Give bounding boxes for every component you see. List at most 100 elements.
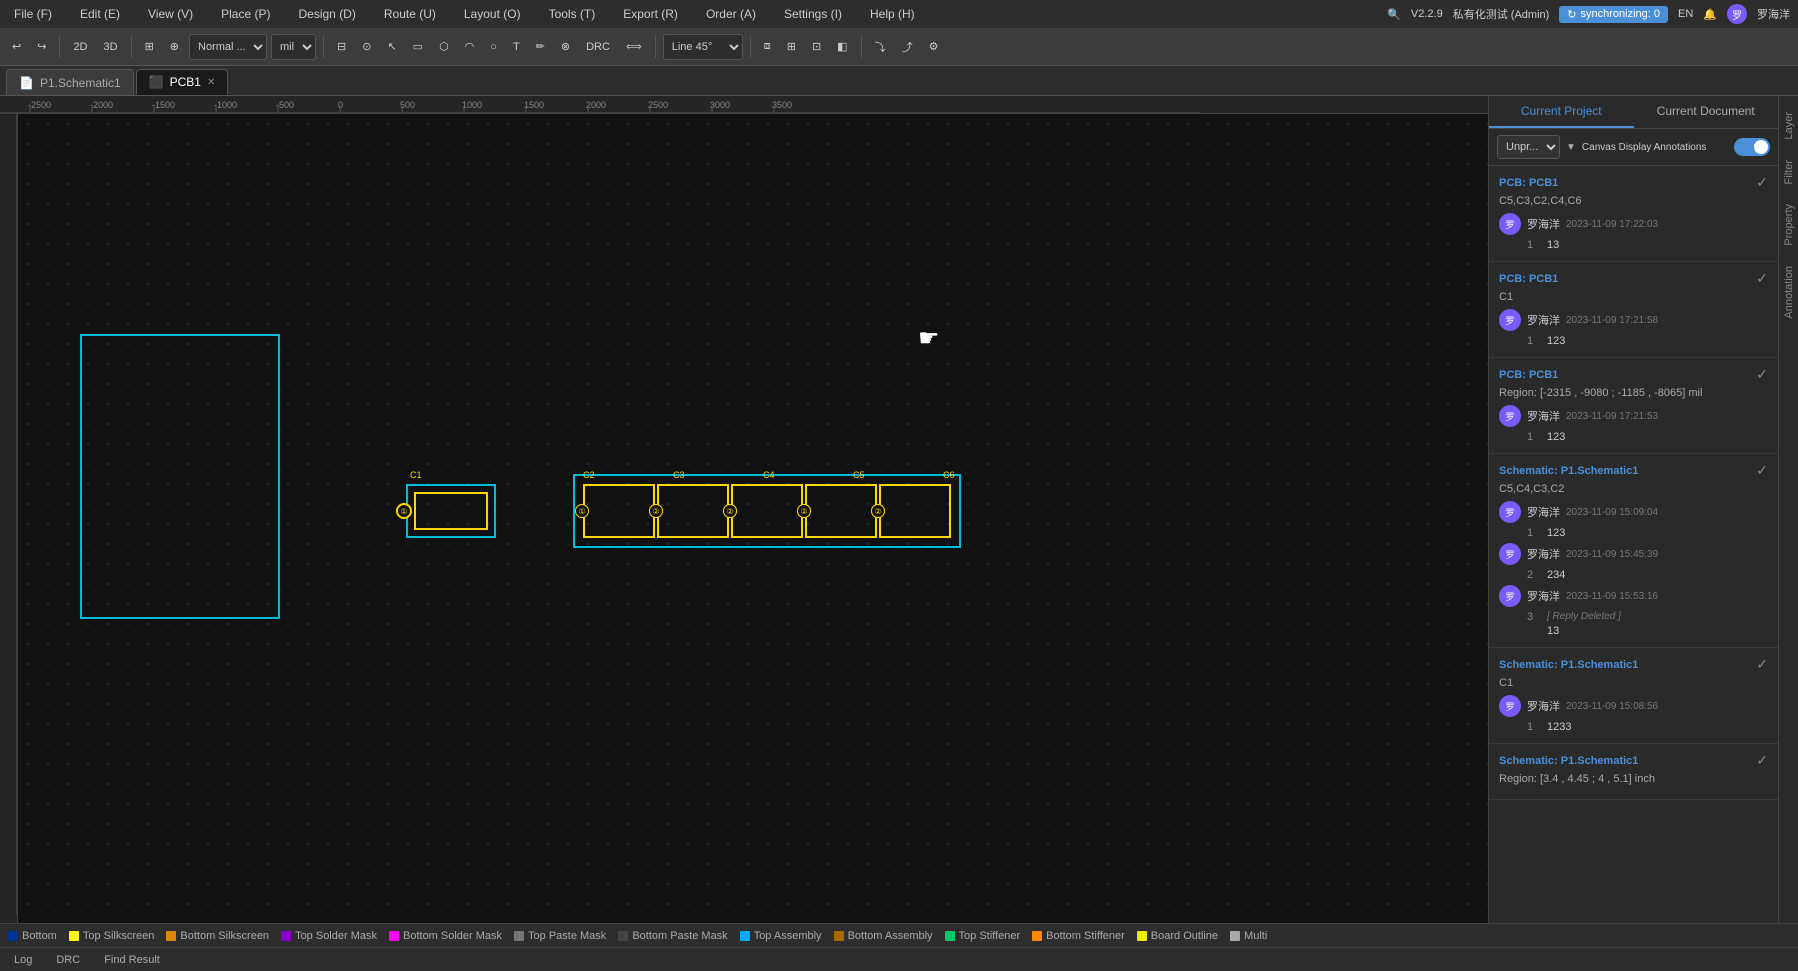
ann4-c3-num: 3	[1527, 611, 1539, 623]
ann4-avatar: 罗	[1499, 501, 1521, 523]
app-menu-order[interactable]: Order (A)	[700, 5, 762, 23]
layer-top-solder-mask[interactable]: Top Solder Mask	[281, 930, 377, 942]
origin-btn[interactable]: ⊙	[356, 33, 377, 61]
layer-bottom-paste-mask[interactable]: Bottom Paste Mask	[618, 930, 727, 942]
ann1-time: 2023-11-09 17:22:03	[1566, 219, 1658, 230]
ann5-username: 罗海洋	[1527, 698, 1560, 714]
pcb-canvas[interactable]: C1 ① C2 C3	[18, 114, 1488, 923]
app-menu-help[interactable]: Help (H)	[864, 5, 921, 23]
canvas-display-label: Canvas Display Annotations	[1582, 142, 1728, 153]
app-menu-tools[interactable]: Tools (T)	[543, 5, 602, 23]
svg-text:-2000: -2000	[90, 100, 113, 110]
layer-bottom[interactable]: Bottom	[8, 930, 57, 942]
notification-icon[interactable]: 🔔	[1703, 8, 1717, 21]
pcb-icon: ⬛	[149, 75, 164, 89]
measure-btn[interactable]: ⟺	[620, 33, 648, 61]
tab-close-icon[interactable]: ✕	[207, 77, 215, 88]
select-btn[interactable]: ↖	[381, 33, 402, 61]
angle-select[interactable]: Line 45°	[663, 34, 743, 60]
rect-btn[interactable]: ▭	[407, 33, 429, 61]
pencil-btn[interactable]: ✏	[530, 33, 551, 61]
ann4-c2-num: 2	[1527, 569, 1539, 581]
settings-btn[interactable]: ⚙	[923, 33, 945, 61]
redo-button[interactable]: ↪	[31, 33, 52, 61]
layer-board-outline[interactable]: Board Outline	[1137, 930, 1218, 942]
layer-bottom-solder-mask[interactable]: Bottom Solder Mask	[389, 930, 502, 942]
drc-icon-btn[interactable]: DRC	[580, 33, 616, 61]
log-button[interactable]: Log	[8, 950, 38, 970]
fill-btn[interactable]: ◧	[831, 33, 853, 61]
app-menu-file[interactable]: File (F)	[8, 5, 58, 23]
side-tab-filter[interactable]: Filter	[1781, 154, 1797, 190]
via-btn[interactable]: ⊗	[555, 33, 576, 61]
import-btn[interactable]: ⤵	[869, 33, 892, 61]
ann4-check-icon[interactable]: ✓	[1756, 462, 1768, 479]
text-btn[interactable]: T	[507, 33, 526, 61]
lang-label[interactable]: EN	[1678, 8, 1693, 20]
layer-board-outline-color	[1137, 931, 1147, 941]
side-vertical-tabs: Layer Filter Property Annotation	[1778, 96, 1798, 923]
app-menu-view[interactable]: View (V)	[142, 5, 199, 23]
layer-multi-color	[1230, 931, 1240, 941]
tab-current-project[interactable]: Current Project	[1489, 96, 1634, 128]
app-menu-design[interactable]: Design (D)	[293, 5, 362, 23]
ann2-time: 2023-11-09 17:21:58	[1566, 315, 1658, 326]
search-icon[interactable]: 🔍	[1387, 8, 1401, 21]
side-tab-layer[interactable]: Layer	[1781, 106, 1797, 146]
canvas-display-toggle[interactable]	[1734, 138, 1770, 156]
unit-select[interactable]: mil	[271, 34, 316, 60]
ann5-c1-text: 1233	[1547, 721, 1571, 733]
ann3-comment-text: 123	[1547, 431, 1565, 443]
ann2-avatar: 罗	[1499, 309, 1521, 331]
layer-bottom-stiffener[interactable]: Bottom Stiffener	[1032, 930, 1125, 942]
user-avatar[interactable]: 罗	[1727, 4, 1747, 24]
pcb-pad-c2-1: ①	[575, 504, 589, 518]
layer-bottom-silkscreen[interactable]: Bottom Silkscreen	[166, 930, 269, 942]
layer-multi[interactable]: Multi	[1230, 930, 1267, 942]
layer-bottom-assembly[interactable]: Bottom Assembly	[834, 930, 933, 942]
find-result-button[interactable]: Find Result	[98, 950, 166, 970]
svg-text:-2500: -2500	[28, 100, 51, 110]
view-2d-button[interactable]: 2D	[67, 33, 93, 61]
app-menu-layout[interactable]: Layout (O)	[458, 5, 527, 23]
circle-btn[interactable]: ○	[484, 33, 503, 61]
layer-top-assembly[interactable]: Top Assembly	[740, 930, 822, 942]
snap-icon-btn[interactable]: ⊕	[164, 33, 185, 61]
tab-schematic[interactable]: 📄 P1.Schematic1	[6, 69, 134, 95]
side-tab-annotation[interactable]: Annotation	[1781, 260, 1797, 325]
filter-select[interactable]: Unpr...	[1497, 135, 1560, 159]
app-menu-settings[interactable]: Settings (I)	[778, 5, 848, 23]
panel-controls: Unpr... ▼ Canvas Display Annotations	[1489, 129, 1778, 166]
layer-bottom-solder-mask-label: Bottom Solder Mask	[403, 930, 502, 942]
app-menu-route[interactable]: Route (U)	[378, 5, 442, 23]
ann1-check-icon[interactable]: ✓	[1756, 174, 1768, 191]
layer-top-stiffener[interactable]: Top Stiffener	[945, 930, 1021, 942]
mode-select[interactable]: Normal ...	[189, 34, 267, 60]
cursor-hand-icon: ☛	[918, 324, 940, 353]
tab-pcb[interactable]: ⬛ PCB1 ✕	[136, 69, 229, 95]
view-3d-button[interactable]: 3D	[98, 33, 124, 61]
app-menu-place[interactable]: Place (P)	[215, 5, 276, 23]
ann6-check-icon[interactable]: ✓	[1756, 752, 1768, 769]
drc-button[interactable]: DRC	[50, 950, 86, 970]
grid-icon-btn[interactable]: ⊞	[139, 33, 160, 61]
grid-lines-btn[interactable]: ⊟	[331, 33, 352, 61]
undo-button[interactable]: ↩	[6, 33, 27, 61]
distribute-btn[interactable]: ⊞	[781, 33, 802, 61]
app-menu-export[interactable]: Export (R)	[617, 5, 684, 23]
ann3-check-icon[interactable]: ✓	[1756, 366, 1768, 383]
align-btn[interactable]: ⧈	[758, 33, 777, 61]
arc-btn[interactable]: ◠	[459, 33, 481, 61]
export-btn[interactable]: ⤴	[896, 33, 919, 61]
ann2-check-icon[interactable]: ✓	[1756, 270, 1768, 287]
layer-top-paste-mask[interactable]: Top Paste Mask	[514, 930, 606, 942]
layer-top-silkscreen-label: Top Silkscreen	[83, 930, 155, 942]
copy-btn[interactable]: ⊡	[806, 33, 827, 61]
sync-button[interactable]: ↻ synchronizing: 0	[1559, 6, 1668, 23]
tab-current-document[interactable]: Current Document	[1634, 96, 1779, 128]
ann5-check-icon[interactable]: ✓	[1756, 656, 1768, 673]
poly-btn[interactable]: ⬡	[433, 33, 455, 61]
app-menu-edit[interactable]: Edit (E)	[74, 5, 126, 23]
layer-top-silkscreen[interactable]: Top Silkscreen	[69, 930, 155, 942]
side-tab-property[interactable]: Property	[1781, 198, 1797, 252]
